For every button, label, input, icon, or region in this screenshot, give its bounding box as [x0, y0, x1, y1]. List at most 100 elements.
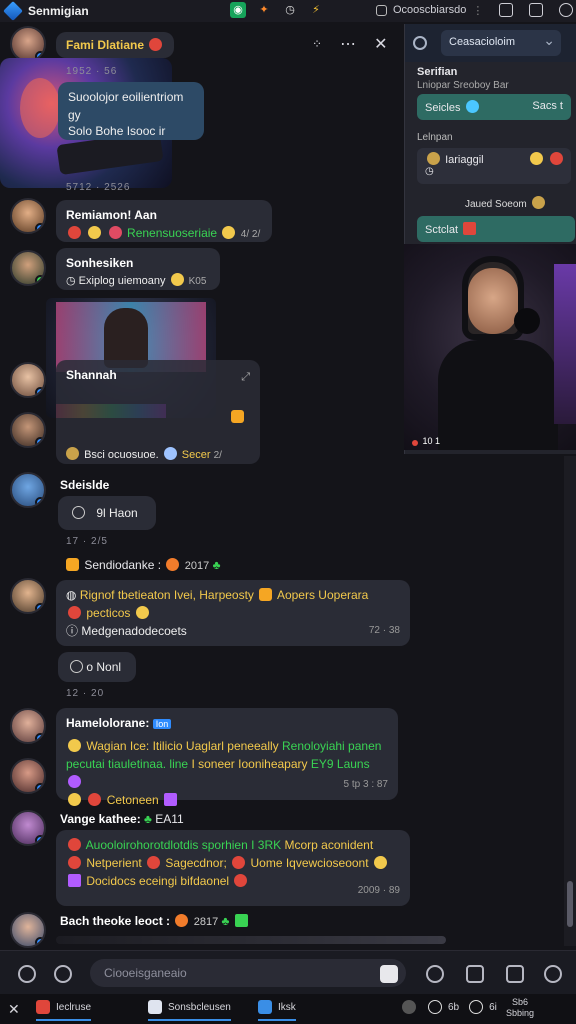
close-window-icon[interactable] [559, 3, 574, 17]
avatar[interactable] [10, 708, 46, 744]
avatar[interactable] [10, 26, 46, 62]
message-text: I soneer Iooniheapary [191, 757, 308, 771]
search-input[interactable]: Ceasacioloim [441, 30, 561, 56]
sender-name[interactable]: Remiamon! Aan [66, 206, 262, 224]
apps-icon[interactable]: ⁘ [312, 37, 322, 51]
emoji-icon [68, 793, 81, 806]
message-text: Auooloirohorotdlotdis sporhien I 3RK [85, 838, 282, 852]
list-item-label: Iariaggil [445, 154, 484, 166]
message-time: 2/ [213, 450, 222, 461]
angry-emoji-icon [149, 38, 163, 51]
sender-name[interactable]: Sendiodanke : [84, 558, 161, 572]
message-bubble: ◍ Rignof tbetieaton Ivei, Harpeosty Aope… [56, 580, 410, 646]
sender-name[interactable]: Sonhesiken [66, 254, 210, 272]
maximize-icon[interactable] [529, 3, 544, 17]
play-icon[interactable] [72, 506, 85, 519]
avatar[interactable] [10, 198, 46, 234]
tray-label: 6b [448, 1001, 460, 1013]
sticker-icon[interactable] [380, 965, 398, 983]
document-icon [148, 1000, 162, 1014]
taskbar-item[interactable]: Iksk [258, 1000, 296, 1021]
avatar[interactable] [10, 250, 46, 286]
taskbar-label: Ieclruse [56, 1001, 92, 1013]
message-timestamp: 12 · 20 [66, 688, 105, 699]
clock-icon[interactable]: ◷ [282, 2, 298, 18]
avatar[interactable] [10, 412, 46, 448]
microphone-icon[interactable] [544, 965, 562, 983]
clock-icon: ◷ [425, 166, 434, 177]
channel-pill[interactable]: Seicles Sacs t [417, 94, 571, 120]
gem-icon [164, 793, 178, 806]
message-text: Cetoneen [106, 793, 159, 807]
titlebar-tools: ◉ ✦ ◷ ⚡ [230, 2, 324, 18]
close-icon[interactable]: ✕ [374, 34, 387, 54]
gem-icon [463, 222, 477, 235]
lightning-icon[interactable]: ⚡ [308, 2, 324, 18]
emoji-icon [66, 558, 79, 571]
list-item[interactable]: Jaued Soeom [465, 196, 547, 210]
emoji-icon [373, 856, 387, 869]
expand-icon[interactable]: ⤢ [241, 368, 250, 386]
live-icon [412, 440, 418, 446]
emoji-picker-icon[interactable] [54, 965, 72, 983]
taskbar-item[interactable]: Sonsbcleusen [148, 1000, 231, 1021]
sender-name[interactable]: Fami Dlatiane [66, 38, 144, 52]
network-icon[interactable] [469, 1000, 484, 1014]
chat-icon[interactable]: ◉ [230, 2, 246, 18]
emoji-icon [108, 226, 122, 239]
avatar[interactable] [10, 810, 46, 846]
scrollbar-thumb[interactable] [567, 881, 573, 927]
sender-name[interactable]: Sdeislde [60, 478, 109, 492]
avatar[interactable] [10, 362, 46, 398]
group-label: Lelnpan [417, 132, 453, 143]
side-panel-header: Ceasacioloim [405, 24, 576, 62]
gif-icon[interactable] [426, 965, 444, 983]
account-label[interactable]: Ocooscbiarsdo [393, 4, 466, 16]
more-icon[interactable]: ⋯ [340, 34, 356, 54]
account-icon[interactable] [376, 4, 387, 16]
app-icon [36, 1000, 50, 1014]
voice-message[interactable]: o Nonl [58, 652, 136, 682]
voice-message[interactable]: 9l Haon [58, 496, 156, 530]
menu-icon[interactable]: ⋮ [472, 4, 483, 17]
attach-icon[interactable] [18, 965, 36, 983]
message-bubble: Shannah ⤢ Bsci ocuosuoe. Secer 2/ [56, 360, 260, 464]
list-item[interactable]: Iariaggil ◷ [417, 148, 571, 184]
message-time: 4/ 2/ [240, 229, 261, 240]
tray-label: 6i [489, 1001, 497, 1013]
star-icon[interactable]: ✦ [256, 2, 272, 18]
sender-name[interactable]: Vange kathee: [60, 812, 141, 826]
camera-icon[interactable] [466, 965, 484, 983]
restore-icon[interactable] [499, 3, 514, 17]
close-icon[interactable]: ✕ [8, 1001, 20, 1018]
avatar[interactable] [10, 912, 46, 948]
emoji-icon [68, 775, 81, 788]
info-icon: ⓘ [66, 624, 79, 638]
message-time: 2009 · 89 [357, 885, 400, 896]
user-icon[interactable] [402, 1000, 416, 1014]
avatar[interactable] [10, 758, 46, 794]
tree-icon: ♣ [144, 812, 152, 826]
play-icon[interactable] [70, 660, 83, 673]
avatar[interactable] [10, 578, 46, 614]
taskbar-item[interactable]: Ieclruse [36, 1000, 92, 1021]
sender-name[interactable]: Bach theoke leoct : [60, 914, 170, 928]
emoji-icon [147, 856, 161, 869]
channel-pill[interactable]: Sctclat [417, 216, 575, 242]
refresh-icon[interactable] [413, 36, 427, 50]
avatar[interactable] [10, 472, 46, 508]
message-bubble: Fami Dlatiane [56, 32, 175, 58]
system-tray: 6b 6i [402, 1000, 497, 1014]
sender-name[interactable]: Shannah [66, 366, 250, 384]
image-icon[interactable] [506, 965, 524, 983]
tray-clock[interactable]: Sb6 Sbbing [500, 997, 540, 1019]
message-text: Aopers Uoperara [276, 588, 369, 602]
vertical-scrollbar[interactable] [564, 456, 576, 946]
message-input[interactable]: Ciooeisganeaio [90, 959, 406, 987]
clock-icon[interactable] [428, 1000, 442, 1014]
title-bar: Senmigian ◉ ✦ ◷ ⚡ Ocooscbiarsdo ⋮ [0, 0, 576, 22]
sender-name[interactable]: Hamelolorane: [66, 716, 149, 730]
horizontal-scrollbar[interactable] [56, 936, 446, 944]
window-title: Senmigian [28, 4, 89, 18]
video-stream[interactable]: 10 1 [404, 244, 576, 450]
